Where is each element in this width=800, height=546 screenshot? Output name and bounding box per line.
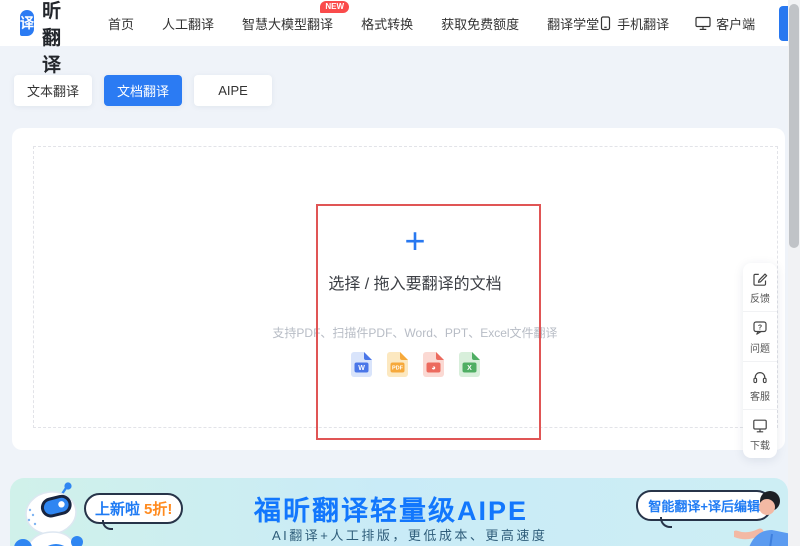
edit-icon [752,271,768,287]
tab-document-translate[interactable]: 文档翻译 [104,75,182,106]
customer-service-label: 客服 [750,388,770,403]
nav-item-human-translation[interactable]: 人工翻译 [162,14,214,33]
monitor-icon [695,16,711,31]
download-client-button[interactable]: 下载 [743,409,777,458]
nav-item-format-convert[interactable]: 格式转换 [361,14,413,33]
mobile-translate-label: 手机翻译 [617,14,669,33]
brand-logo[interactable]: 译 福昕翻译 [20,0,74,77]
promo-prefix-text: 上新啦 [95,501,140,518]
customer-service-button[interactable]: 客服 [743,361,777,409]
banner-title: 福昕翻译轻量级AIPE [254,489,528,528]
question-bubble-icon: ? [752,320,768,337]
desktop-client-link[interactable]: 客户端 [695,14,755,33]
main-nav: 首页 人工翻译 智慧大模型翻译 NEW 格式转换 获取免费额度 翻译学堂 [108,14,599,33]
floating-side-toolbar: 反馈 ? 问题 客服 下载 [743,263,777,458]
robot-mascot-illustration [14,480,94,546]
promo-speech-bubble: 上新啦5折! [84,493,183,524]
mode-tabs: 文本翻译 文档翻译 AIPE [14,75,272,106]
banner-subtitle: AI翻译+人工排版，更低成本、更高速度 [272,525,547,544]
svg-text:?: ? [758,324,762,331]
download-label: 下载 [750,437,770,452]
top-navbar: 译 福昕翻译 首页 人工翻译 智慧大模型翻译 NEW 格式转换 获取免费额度 翻… [0,0,788,46]
new-badge: NEW [320,1,349,13]
nav-utilities: 手机翻译 客户端 [599,14,755,33]
monitor-download-icon [752,418,768,434]
feedback-label: 反馈 [750,290,770,305]
promo-discount-text: 5折! [144,501,172,518]
person-illustration [734,488,788,546]
phone-icon [599,16,612,31]
nav-item-home[interactable]: 首页 [108,14,134,33]
translate-logo-icon: 译 [20,10,34,36]
scrollbar-thumb[interactable] [789,4,799,248]
vertical-scrollbar[interactable] [788,0,800,546]
mobile-translate-link[interactable]: 手机翻译 [599,14,669,33]
tab-aipe[interactable]: AIPE [194,75,272,106]
feedback-button[interactable]: 反馈 [743,263,777,311]
questions-button[interactable]: ? 问题 [743,311,777,361]
nav-item-free-quota[interactable]: 获取免费额度 [441,14,519,33]
nav-item-label: 智慧大模型翻译 [242,17,333,32]
brand-name: 福昕翻译 [42,0,74,77]
foxit-translate-page: 译 福昕翻译 首页 人工翻译 智慧大模型翻译 NEW 格式转换 获取免费额度 翻… [0,0,800,546]
red-highlight-annotation [316,204,541,440]
nav-item-translate-school[interactable]: 翻译学堂 [547,14,599,33]
questions-label: 问题 [750,340,770,355]
desktop-client-label: 客户端 [716,14,755,33]
headset-icon [752,370,768,385]
nav-item-llm-translation[interactable]: 智慧大模型翻译 NEW [242,14,333,33]
tab-text-translate[interactable]: 文本翻译 [14,75,92,106]
promo-banner[interactable]: 上新啦5折! 福昕翻译轻量级AIPE AI翻译+人工排版，更低成本、更高速度 智… [10,478,788,546]
